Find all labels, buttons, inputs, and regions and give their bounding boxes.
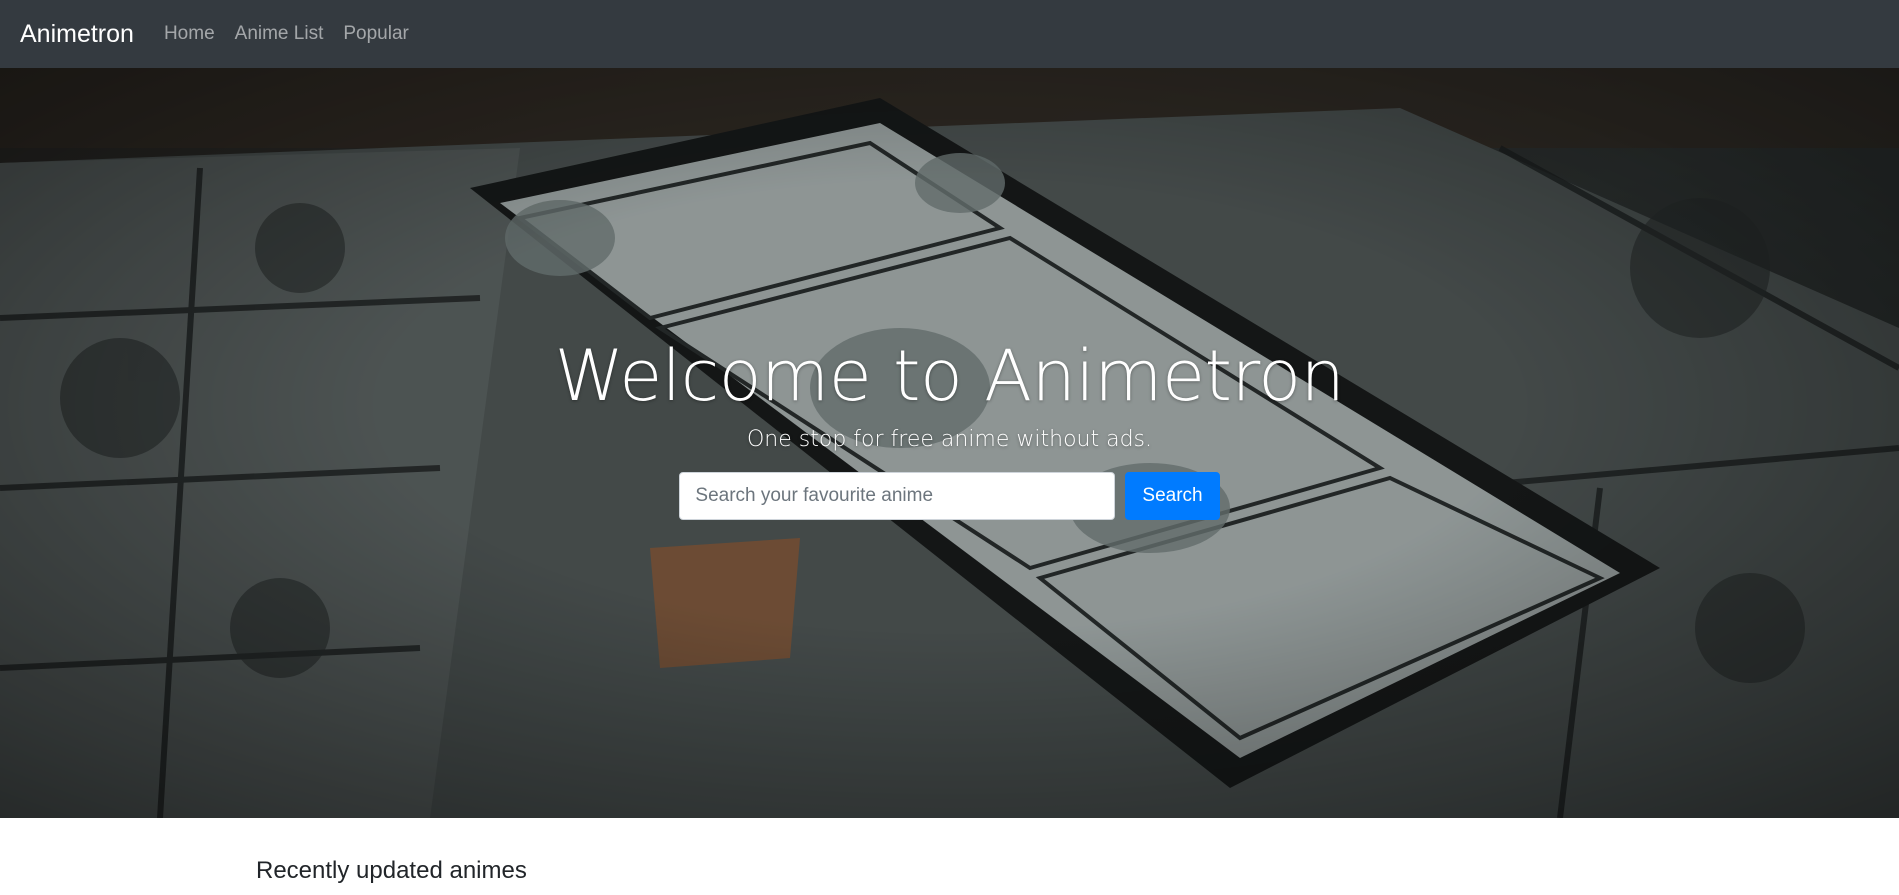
recently-updated-title: Recently updated animes bbox=[256, 857, 527, 884]
hero-title: Welcome to Animetron bbox=[554, 335, 1345, 417]
nav-link-popular[interactable]: Popular bbox=[343, 23, 409, 45]
hero-section: Welcome to Animetron One stop for free a… bbox=[0, 68, 1899, 818]
nav-link-anime-list[interactable]: Anime List bbox=[235, 23, 324, 45]
navbar: Animetron Home Anime List Popular bbox=[0, 0, 1899, 68]
brand-link[interactable]: Animetron bbox=[20, 20, 134, 49]
search-input[interactable] bbox=[679, 472, 1116, 520]
nav-link-home[interactable]: Home bbox=[164, 23, 215, 45]
search-button[interactable]: Search bbox=[1125, 472, 1220, 520]
nav-links: Home Anime List Popular bbox=[164, 23, 409, 45]
search-form: Search bbox=[0, 472, 1899, 520]
hero-content: Welcome to Animetron One stop for free a… bbox=[0, 338, 1899, 520]
hero-subtitle: One stop for free anime without ads. bbox=[746, 427, 1152, 452]
